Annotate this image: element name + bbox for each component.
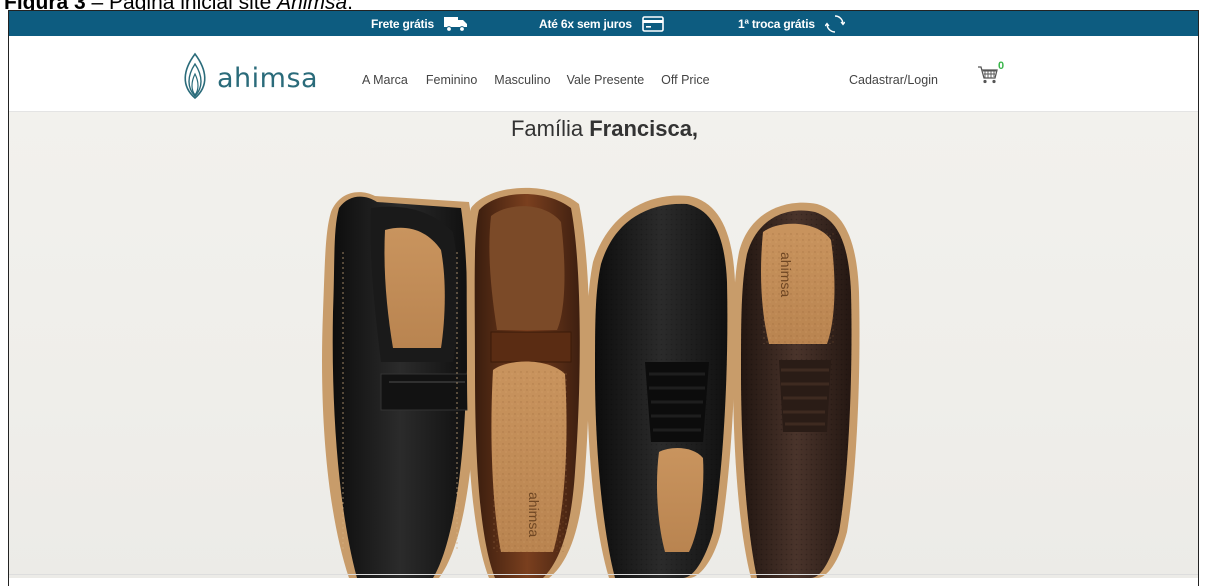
main-nav: A Marca Feminino Masculino Vale Presente… [362,73,710,87]
brand-logo-text: ahimsa [217,63,319,94]
exchange-icon [824,14,845,34]
divider [9,574,1198,575]
truck-icon [443,15,468,33]
promo-label: Até 6x sem juros [539,16,632,31]
promo-label: 1ª troca grátis [738,16,815,31]
nav-item-vale-presente[interactable]: Vale Presente [567,73,645,87]
promo-label: Frete grátis [371,16,434,31]
shopping-cart-icon[interactable] [977,65,999,90]
black-loafer-shoe [322,192,478,578]
promo-bar: Frete grátis Até 6x sem juros 1ª troca g… [9,11,1198,36]
site-header: ahimsa A Marca Feminino Masculino Vale P… [9,36,1198,112]
lotus-logo-icon [179,52,211,105]
nav-item-feminino[interactable]: Feminino [426,73,477,87]
credit-card-icon [642,15,664,32]
nav-item-a-marca[interactable]: A Marca [362,73,408,87]
brand-logo[interactable]: ahimsa [179,52,318,105]
brown-derby-shoe: ahimsa [733,202,860,578]
nav-item-off-price[interactable]: Off Price [661,73,709,87]
brown-loafer-shoe: ahimsa [466,187,590,578]
hero-banner[interactable]: ahimsa ahimsa Família Francisca, [9,112,1198,578]
svg-text:ahimsa: ahimsa [526,492,542,537]
nav-item-masculino[interactable]: Masculino [494,73,550,87]
promo-free-exchange: 1ª troca grátis [738,11,845,36]
svg-text:ahimsa: ahimsa [778,252,794,297]
shoes-product-image: ahimsa ahimsa [322,187,860,578]
hero-title: Família Francisca, [510,116,699,141]
login-link[interactable]: Cadastrar/Login [849,73,938,87]
black-derby-shoe [587,195,736,578]
page-frame: Frete grátis Até 6x sem juros 1ª troca g… [8,10,1199,586]
cart-count-badge: 0 [998,60,1005,72]
promo-installments: Até 6x sem juros [539,11,664,36]
promo-free-shipping: Frete grátis [371,11,468,36]
